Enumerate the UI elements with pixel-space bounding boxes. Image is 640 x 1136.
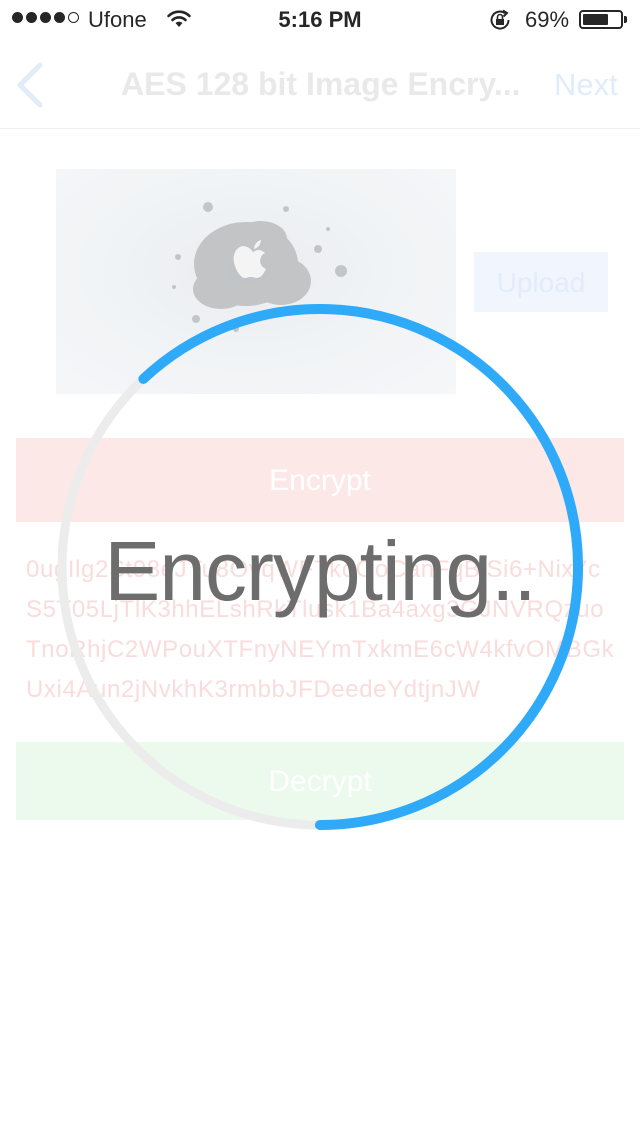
progress-overlay: Encrypting..	[0, 0, 640, 1136]
progress-label: Encrypting..	[104, 524, 537, 618]
